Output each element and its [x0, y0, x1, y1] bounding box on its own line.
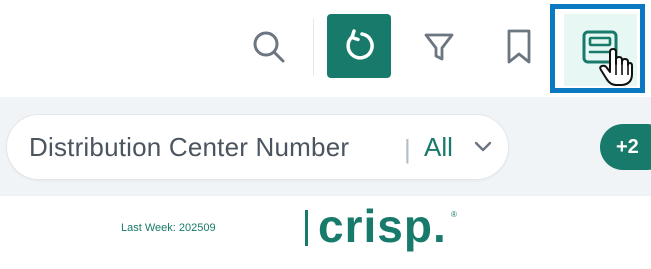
bookmark-icon	[507, 29, 531, 64]
registered-mark: ®	[451, 210, 457, 219]
toolbar	[0, 0, 651, 97]
chevron-down-icon	[474, 141, 492, 152]
filter-icon	[424, 33, 454, 61]
filter-label: Distribution Center Number	[29, 132, 350, 162]
search-button[interactable]	[244, 22, 294, 72]
crisp-logo: crisp.	[318, 200, 447, 252]
search-icon	[253, 31, 285, 63]
last-week-label: Last Week: 202509	[121, 222, 216, 234]
toolbar-divider	[313, 18, 314, 76]
logo-divider	[305, 210, 308, 246]
filter-separator: |	[404, 134, 411, 164]
filter-value: All	[424, 132, 453, 162]
refresh-button[interactable]	[327, 14, 391, 78]
filter-button[interactable]	[414, 22, 464, 72]
bookmark-button[interactable]	[494, 22, 544, 72]
more-filters-badge[interactable]: +2	[600, 124, 651, 170]
refresh-icon	[346, 29, 374, 60]
distribution-center-filter[interactable]: Distribution Center Number | All	[6, 114, 509, 180]
hand-cursor-icon	[599, 48, 633, 86]
